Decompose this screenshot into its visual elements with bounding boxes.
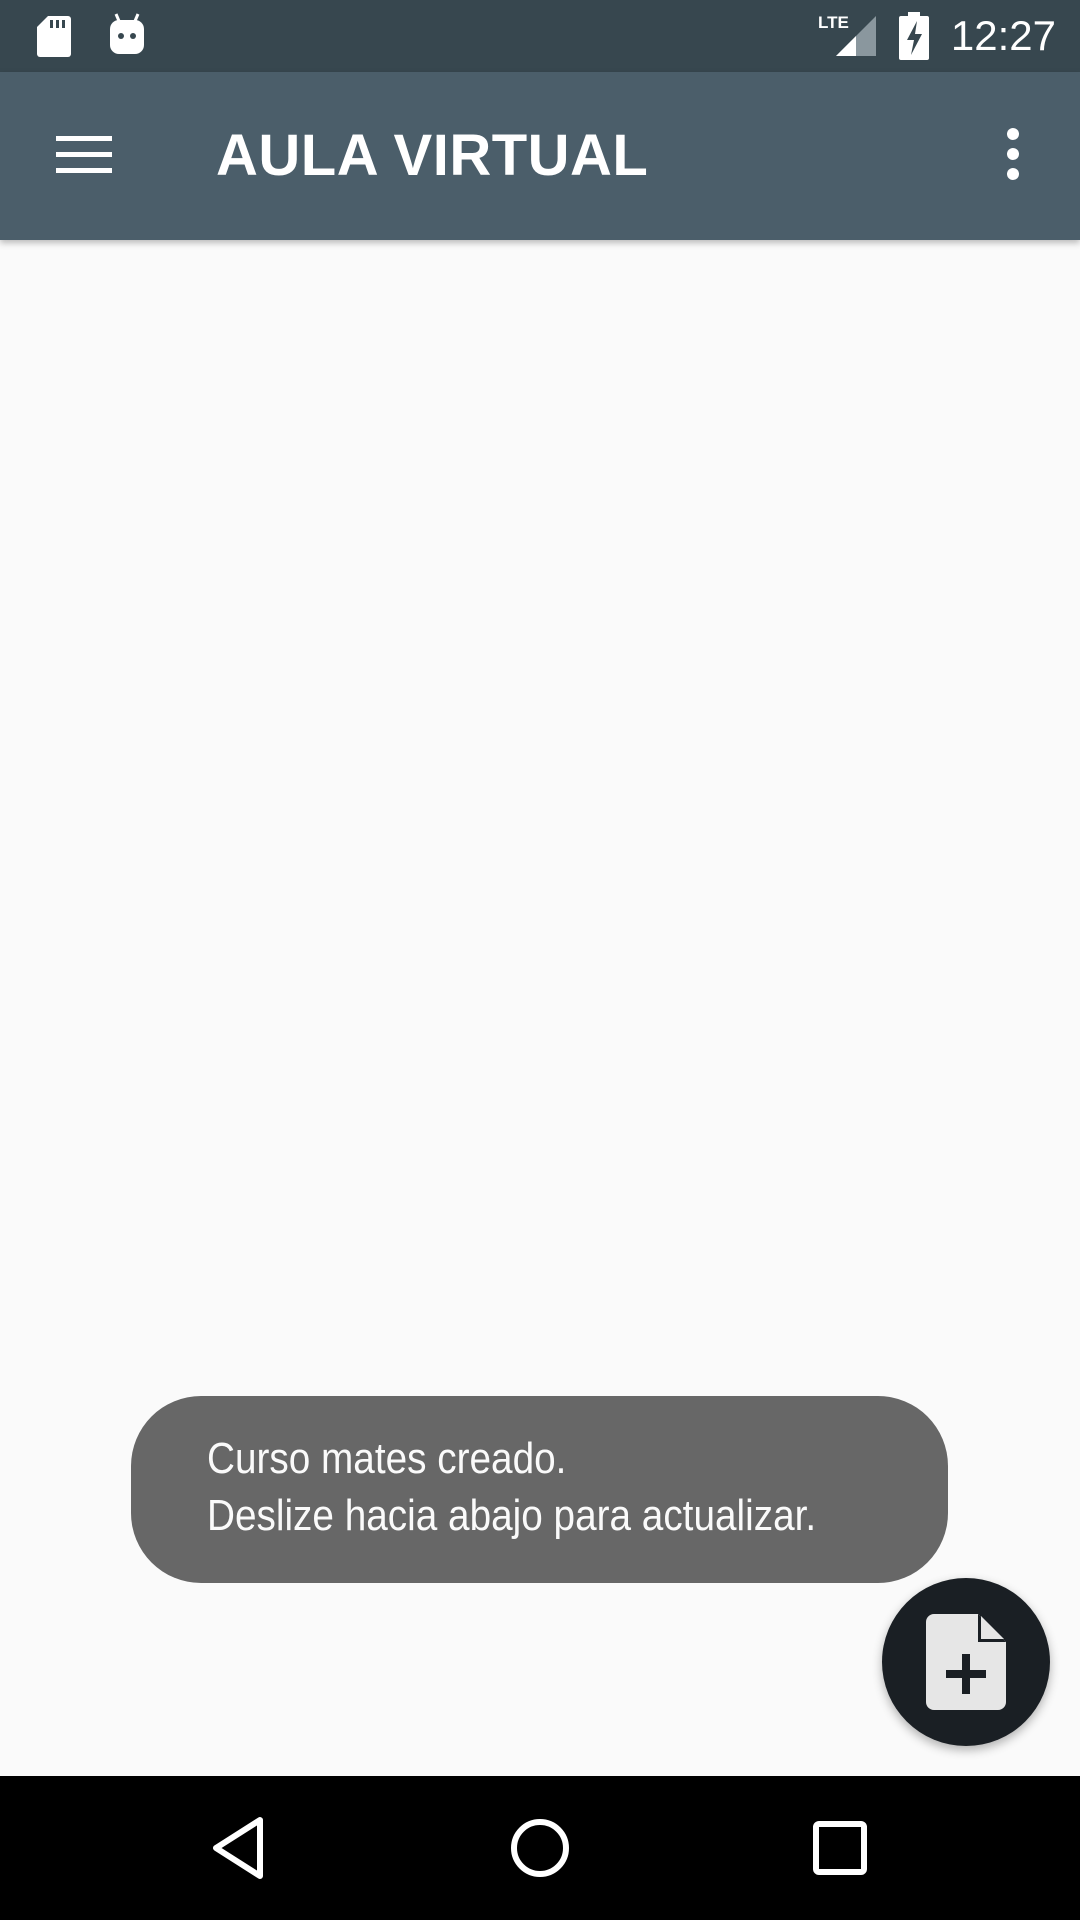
home-icon[interactable] [498,1806,582,1890]
app-bar: AULA VIRTUAL [0,72,1080,240]
svg-text:LTE: LTE [818,13,849,32]
hamburger-menu-icon[interactable] [40,124,132,188]
status-bar: LTE 12:27 [0,0,1080,72]
back-icon[interactable] [198,1806,282,1890]
android-icon [110,13,144,54]
navigation-bar [0,1776,1080,1920]
toast-line-2: Deslize hacia abajo para actualizar. [207,1491,817,1540]
new-course-fab[interactable] [882,1578,1050,1746]
new-document-icon [926,1614,1006,1710]
sd-card-icon [37,16,71,57]
status-time: 12:27 [950,12,1056,59]
app-title: AULA VIRTUAL [216,123,649,188]
recents-icon[interactable] [798,1806,882,1890]
toast-line-1: Curso mates creado. [207,1434,567,1483]
battery-charging-icon [899,12,929,60]
lte-signal-icon: LTE [818,13,876,56]
toast-message: Curso mates creado. Deslize hacia abajo … [131,1396,948,1583]
overflow-menu-icon[interactable] [990,124,1036,188]
